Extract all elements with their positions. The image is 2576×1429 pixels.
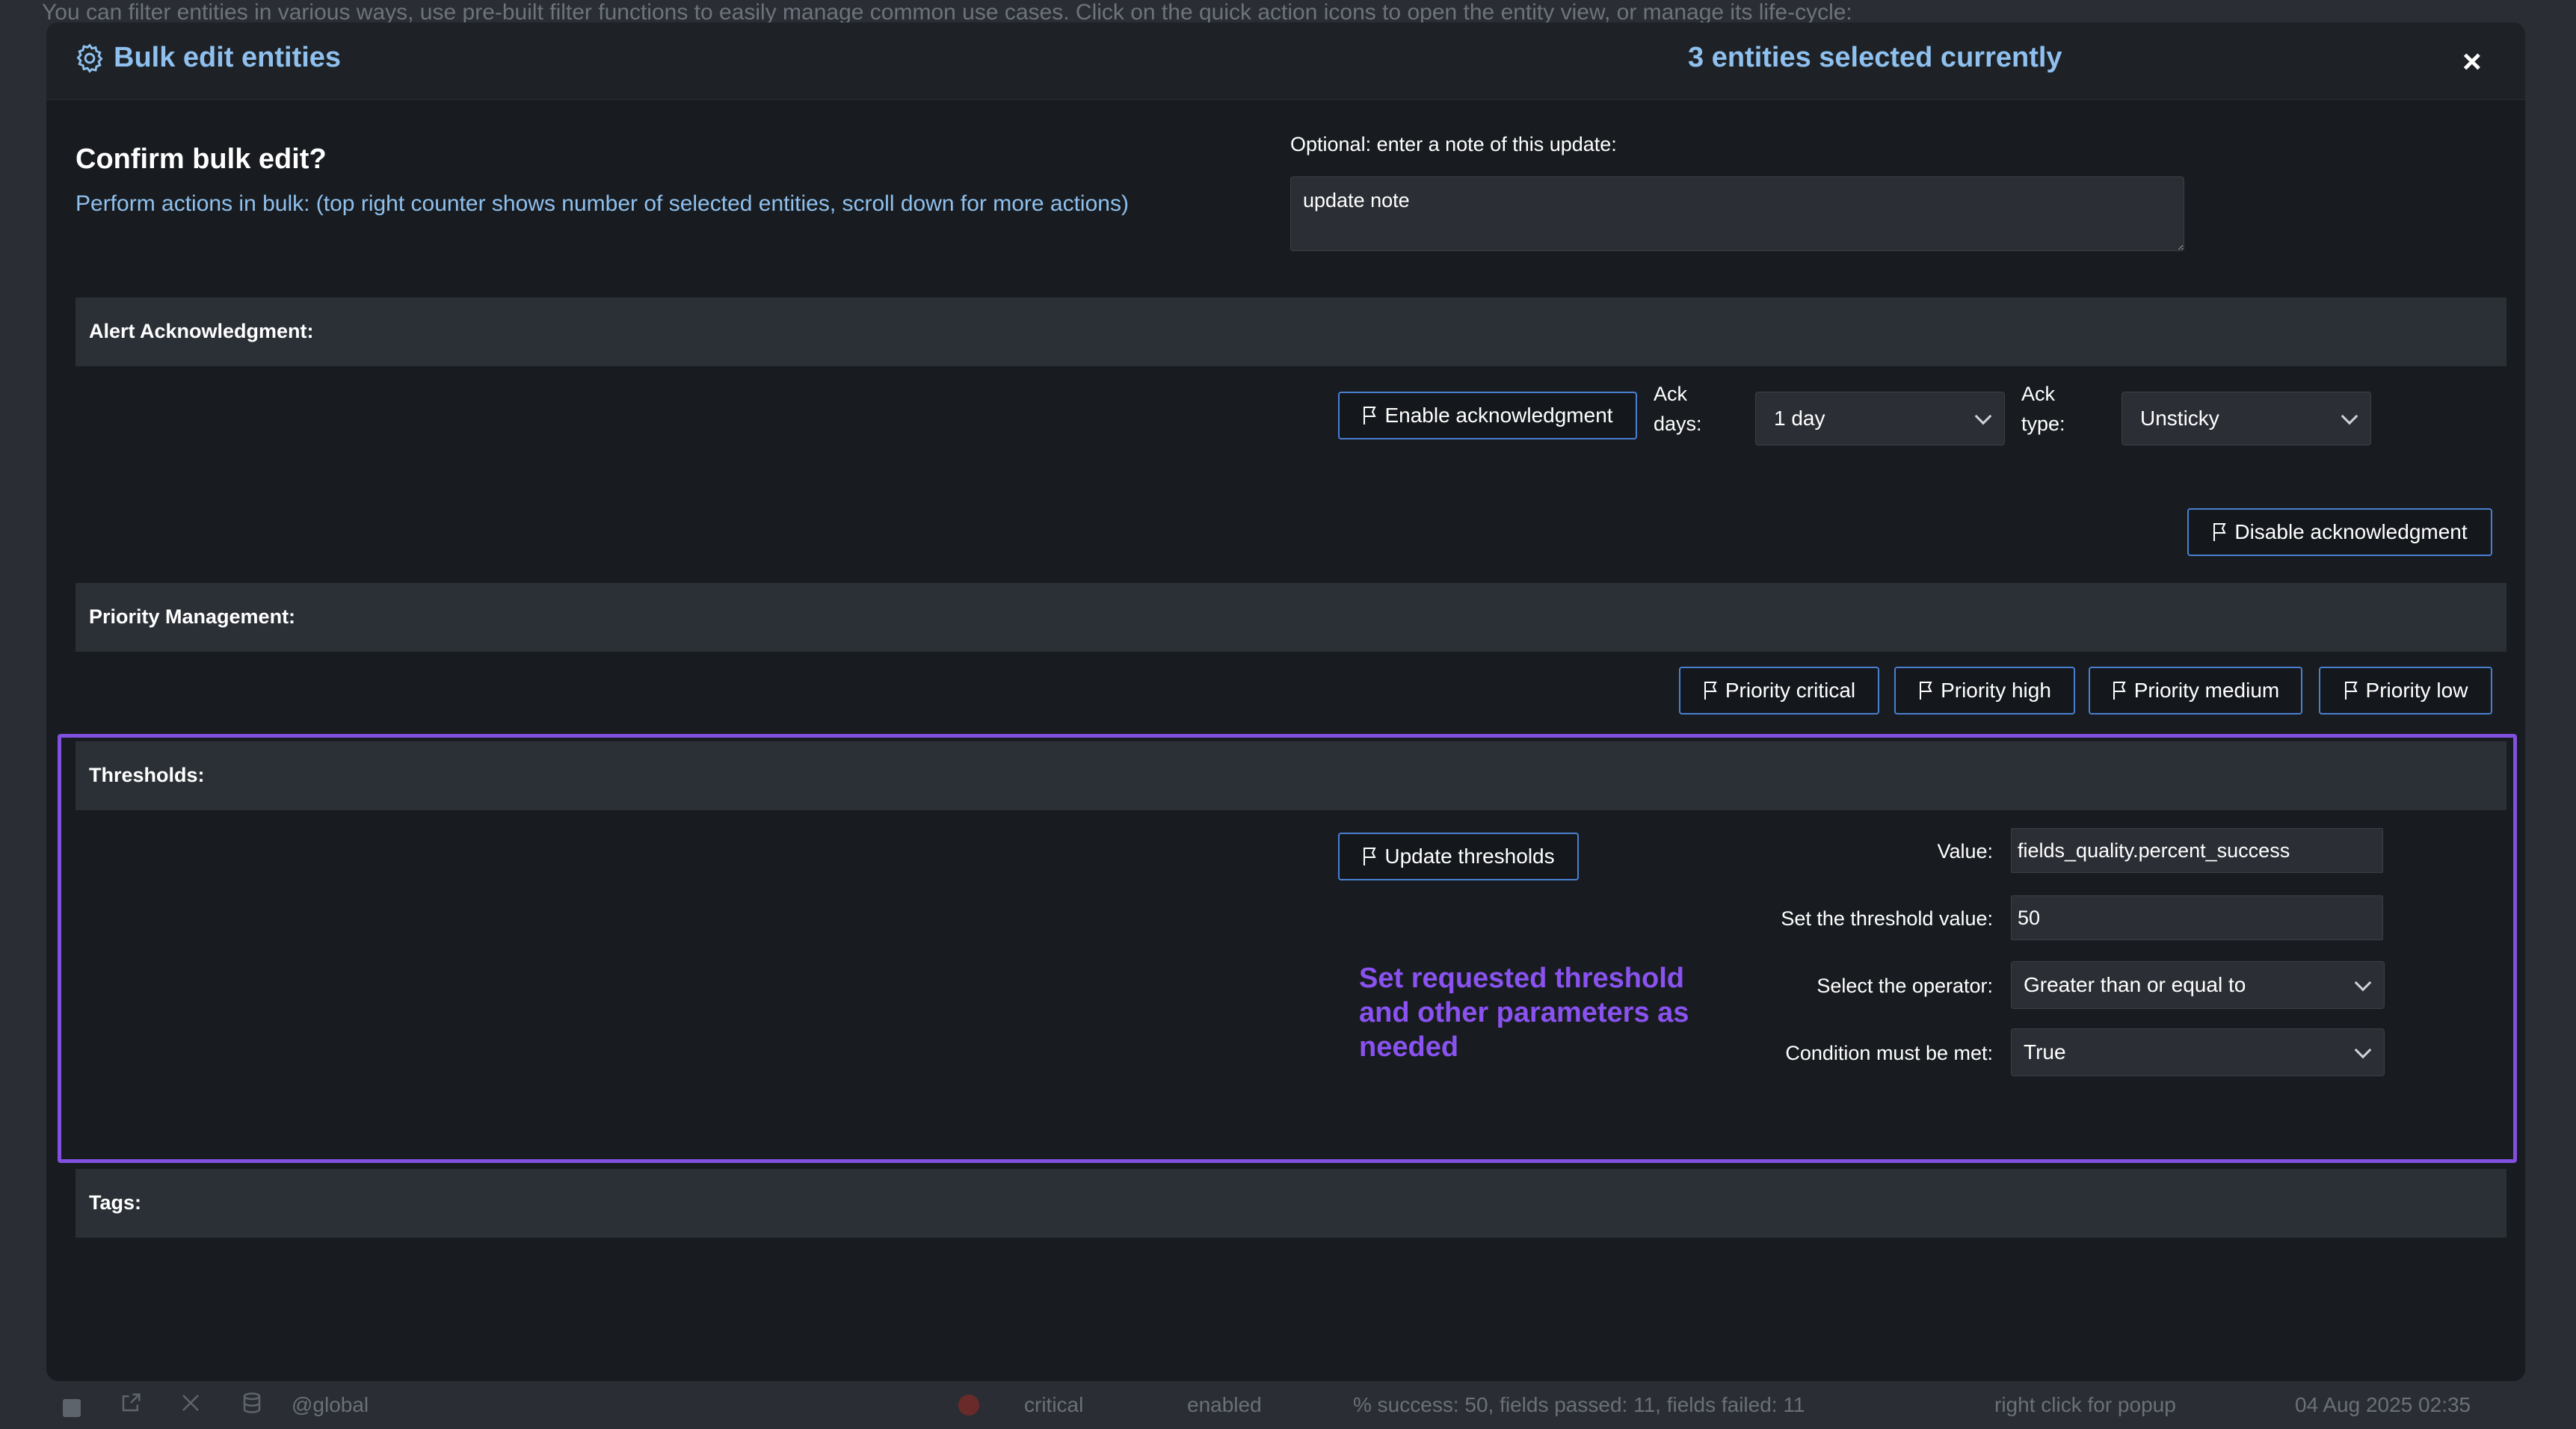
update-thresholds-button[interactable]: Update thresholds — [1338, 833, 1579, 880]
threshold-number-label: Set the threshold value: — [1781, 907, 1993, 930]
priority-status-dot — [958, 1395, 979, 1416]
update-note-input[interactable]: update note — [1290, 176, 2184, 251]
row-status-message: % success: 50, fields passed: 11, fields… — [1353, 1393, 1805, 1416]
ack-days-label-bottom: days: — [1654, 413, 1702, 435]
disable-acknowledgment-label: Disable acknowledgment — [2234, 520, 2468, 543]
priority-low-label: Priority low — [2365, 679, 2468, 702]
chevron-down-icon — [1974, 407, 1992, 425]
ack-type-label-top: Ack — [2021, 383, 2056, 405]
confirm-description: Perform actions in bulk: (top right coun… — [76, 191, 1129, 216]
selected-count: 3 entities selected currently — [1688, 42, 2062, 73]
gear-icon — [76, 43, 103, 73]
ack-days-value: 1 day — [1774, 407, 1825, 430]
ack-type-value: Unsticky — [2140, 407, 2219, 430]
flag-icon — [1704, 682, 1717, 700]
ack-days-select[interactable]: 1 day — [1755, 392, 2005, 445]
alert-ack-section-header: Alert Acknowledgment: — [76, 297, 2506, 366]
background-intro-text: You can filter entities in various ways,… — [42, 0, 1852, 25]
flag-icon — [1364, 848, 1376, 865]
update-thresholds-label: Update thresholds — [1384, 845, 1555, 868]
enable-acknowledgment-label: Enable acknowledgment — [1384, 404, 1613, 427]
ack-days-label-top: Ack — [1654, 383, 1688, 405]
background-table-row: @global critical enabled % success: 50, … — [45, 1384, 2531, 1429]
operator-value: Greater than or equal to — [2024, 973, 2246, 996]
row-checkbox[interactable] — [63, 1399, 81, 1417]
priority-medium-label: Priority medium — [2133, 679, 2280, 702]
condition-select[interactable]: True — [2011, 1028, 2385, 1076]
priority-high-button[interactable]: Priority high — [1894, 667, 2075, 714]
tags-section-header: Tags: — [76, 1169, 2506, 1238]
row-hint: right click for popup — [1994, 1393, 2176, 1416]
priority-critical-label: Priority critical — [1725, 679, 1856, 702]
note-label: Optional: enter a note of this update: — [1290, 133, 1617, 155]
priority-high-label: Priority high — [1941, 679, 2051, 702]
priority-critical-button[interactable]: Priority critical — [1679, 667, 1879, 714]
thresholds-section-title: Thresholds: — [89, 764, 205, 786]
threshold-number-input[interactable]: 50 — [2011, 895, 2383, 940]
operator-select[interactable]: Greater than or equal to — [2011, 961, 2385, 1009]
threshold-value-field-label: Value: — [1937, 840, 1993, 862]
ack-type-label-bottom: type: — [2021, 413, 2065, 435]
row-state: enabled — [1187, 1393, 1262, 1416]
modal-header: Bulk edit entities 3 entities selected c… — [46, 22, 2525, 100]
modal-title: Bulk edit entities — [114, 42, 342, 73]
ack-type-select[interactable]: Unsticky — [2121, 392, 2371, 445]
chevron-down-icon — [2354, 1041, 2372, 1059]
threshold-annotation: Set requested threshold and other parame… — [1359, 963, 1689, 1063]
flag-icon — [2344, 682, 2358, 700]
priority-section-title: Priority Management: — [89, 605, 296, 628]
open-external-icon[interactable] — [120, 1392, 142, 1414]
threshold-metric-value: fields_quality.percent_success — [2018, 839, 2290, 862]
threshold-number-value: 50 — [2018, 906, 2041, 929]
flag-icon — [1920, 682, 1932, 700]
chevron-down-icon — [2354, 974, 2372, 992]
condition-label: Condition must be met: — [1785, 1042, 1993, 1064]
row-timestamp: 04 Aug 2025 02:35 — [2295, 1393, 2471, 1416]
priority-low-button[interactable]: Priority low — [2319, 667, 2492, 714]
flag-icon — [2113, 682, 2126, 700]
operator-label: Select the operator: — [1817, 975, 1993, 997]
tools-icon[interactable] — [179, 1392, 202, 1414]
enable-acknowledgment-button[interactable]: Enable acknowledgment — [1338, 392, 1637, 439]
priority-medium-button[interactable]: Priority medium — [2089, 667, 2302, 714]
thresholds-section-header: Thresholds: — [76, 741, 2506, 810]
flag-icon — [1364, 407, 1377, 425]
row-scope: @global — [292, 1393, 369, 1416]
priority-section-header: Priority Management: — [76, 583, 2506, 652]
row-priority: critical — [1024, 1393, 1084, 1416]
bulk-edit-modal: Bulk edit entities 3 entities selected c… — [46, 22, 2525, 1381]
disable-acknowledgment-button[interactable]: Disable acknowledgment — [2187, 508, 2492, 556]
chevron-down-icon — [2341, 407, 2358, 425]
close-icon[interactable]: × — [2462, 43, 2482, 81]
threshold-metric-input[interactable]: fields_quality.percent_success — [2011, 828, 2383, 873]
condition-value: True — [2024, 1040, 2066, 1064]
confirm-title: Confirm bulk edit? — [76, 143, 327, 175]
alert-ack-section-title: Alert Acknowledgment: — [89, 320, 314, 342]
database-icon[interactable] — [241, 1392, 263, 1414]
tags-section-title: Tags: — [89, 1191, 142, 1214]
flag-icon — [2213, 523, 2226, 541]
